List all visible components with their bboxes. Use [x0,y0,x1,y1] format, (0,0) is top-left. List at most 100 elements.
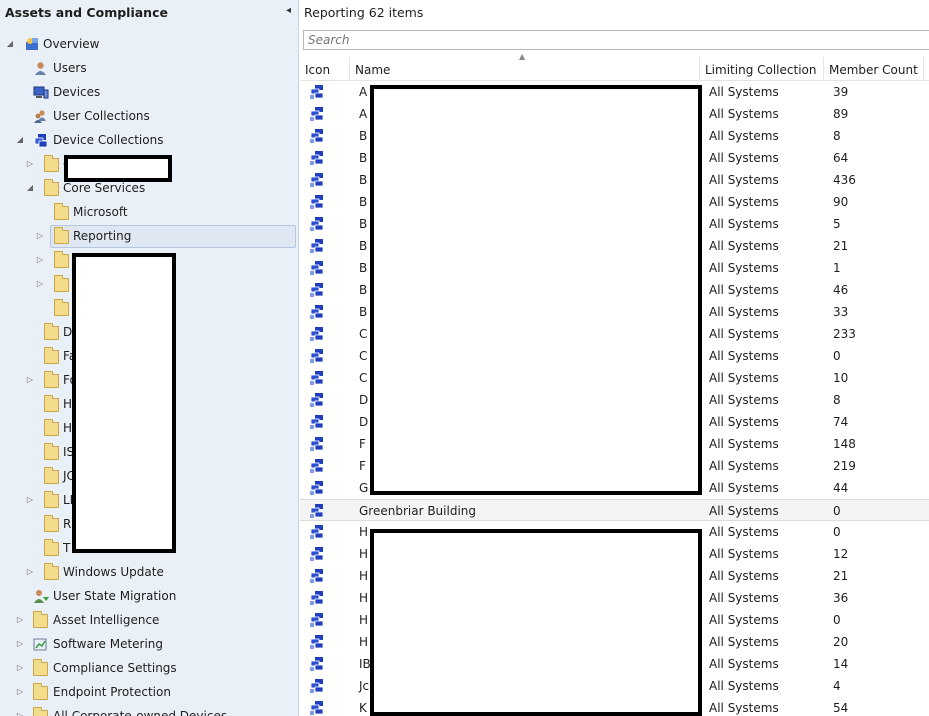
cell-limiting-collection: All Systems [709,261,779,275]
device-collection-icon [309,634,324,649]
folder-icon [44,467,59,484]
cell-limiting-collection: All Systems [709,173,779,187]
tree-item[interactable]: ▷ Asset Intelligence [0,609,298,631]
folder-icon [44,371,59,388]
cell-name: H [359,547,369,561]
collapsed-arrow-icon[interactable]: ▷ [35,273,45,295]
tree-item-label: Users [53,61,87,75]
cell-limiting-collection: All Systems [709,393,779,407]
cell-limiting-collection: All Systems [709,129,779,143]
collapsed-arrow-icon[interactable]: ▷ [15,633,25,655]
collapsed-arrow-icon[interactable]: ▷ [15,705,25,716]
collapse-pane-icon[interactable]: ◂ [286,5,291,16]
tree-item[interactable]: Devices [0,81,298,103]
cell-limiting-collection: All Systems [709,591,779,605]
folder-icon [54,227,69,244]
collapsed-arrow-icon[interactable]: ▷ [25,489,35,511]
redaction-box [64,155,172,182]
device-collection-icon [309,458,324,473]
cell-name: H [359,591,369,605]
cell-member-count: 10 [833,371,849,385]
tree-item[interactable]: ▷ Endpoint Protection [0,681,298,703]
tree-item-label: T [63,541,71,555]
cell-name: C [359,371,368,385]
expanded-arrow-icon[interactable]: ◢ [25,177,35,199]
tree-item[interactable]: ▷ Reporting [0,225,298,248]
device-collection-icon [309,326,324,341]
tree-item[interactable]: ▷ Compliance Settings [0,657,298,679]
folder-icon [44,395,59,412]
collapsed-arrow-icon[interactable]: ▷ [15,681,25,703]
cell-member-count: 8 [833,129,841,143]
cell-name: B [359,195,368,209]
cell-name: H [359,613,369,627]
cell-member-count: 33 [833,305,849,319]
overview-icon [24,37,39,51]
device-collection-icon [309,172,324,187]
tree-item-label: H [63,421,73,435]
folder-icon [44,419,59,436]
tree-item-label: Overview [43,37,100,51]
device-collection-icon [309,524,324,539]
cell-member-count: 36 [833,591,849,605]
cell-limiting-collection: All Systems [709,437,779,451]
tree-item-label: Reporting [73,229,132,243]
expanded-arrow-icon[interactable]: ◢ [15,129,25,151]
folder-icon [33,707,48,716]
device-collection-icon [309,194,324,209]
column-header-name[interactable]: Name [350,57,700,81]
cell-name: F [359,437,366,451]
cell-limiting-collection: All Systems [709,701,779,715]
device-collection-icon [309,370,324,385]
tree-item[interactable]: ▷ Software Metering [0,633,298,655]
cell-name: Greenbriar Building [359,504,477,518]
user-icon [33,61,48,75]
cell-member-count: 1 [833,261,841,275]
devices-icon [33,85,49,99]
cell-limiting-collection: All Systems [709,613,779,627]
cell-name: B [359,261,368,275]
cell-name: H [359,525,369,539]
tree-item[interactable]: ◢ Device Collections [0,129,298,151]
redaction-box [370,529,702,716]
cell-limiting-collection: All Systems [709,481,779,495]
column-header-icon[interactable]: Icon [300,57,350,81]
tree-item[interactable]: ▷ Windows Update [0,561,298,583]
collapsed-arrow-icon[interactable]: ▷ [35,225,45,247]
collapsed-arrow-icon[interactable]: ▷ [25,369,35,391]
tree-item[interactable]: User Collections [0,105,298,127]
cell-member-count: 0 [833,613,841,627]
expanded-arrow-icon[interactable]: ◢ [5,33,15,55]
collapsed-arrow-icon[interactable]: ▷ [25,153,35,175]
device-collection-icon [309,656,324,671]
column-header-limiting-collection[interactable]: Limiting Collection [700,57,824,81]
cell-name: D [359,393,369,407]
tree-item-label: All Corporate-owned Devices [53,709,228,716]
cell-member-count: 0 [833,349,841,363]
device-collection-icon [309,216,324,231]
cell-member-count: 21 [833,239,849,253]
collapsed-arrow-icon[interactable]: ▷ [15,609,25,631]
cell-name: A [359,85,368,99]
cell-name: G [359,481,369,495]
tree-item[interactable]: ▷ All Corporate-owned Devices [0,705,298,716]
search-box[interactable] [303,30,929,50]
cell-limiting-collection: All Systems [709,349,779,363]
cell-member-count: 436 [833,173,856,187]
table-row[interactable]: Greenbriar Building All Systems 0 [300,499,929,521]
tree-item[interactable]: ◢ Overview [0,33,298,55]
cell-limiting-collection: All Systems [709,107,779,121]
column-header-member-count[interactable]: Member Count [824,57,924,81]
tree-item[interactable]: User State Migration [0,585,298,607]
search-input[interactable] [304,31,929,49]
collapsed-arrow-icon[interactable]: ▷ [15,657,25,679]
tree-item[interactable]: Microsoft [0,201,298,223]
tree-item[interactable]: Users [0,57,298,79]
content-pane: Reporting 62 items ▲ Icon Name Limiting … [300,0,929,716]
cell-name: B [359,305,368,319]
device-collection-icon [309,678,324,693]
collapsed-arrow-icon[interactable]: ▷ [25,561,35,583]
collapsed-arrow-icon[interactable]: ▷ [35,249,45,271]
device-collection-icon [309,392,324,407]
folder-icon [44,347,59,364]
